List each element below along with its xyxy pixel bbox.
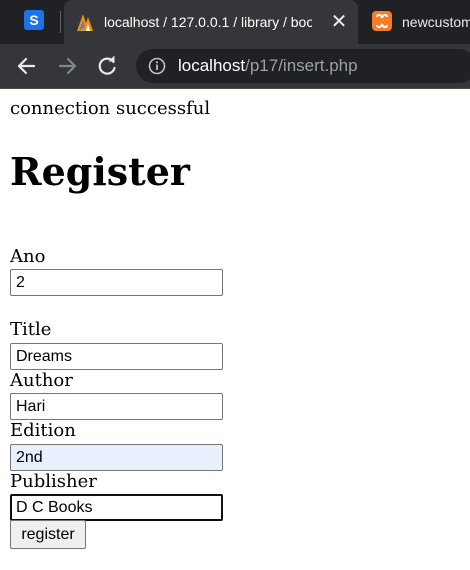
publisher-input[interactable]: D C Books — [10, 494, 223, 521]
close-tab-icon[interactable]: ✕ — [328, 11, 350, 33]
page-title: Register — [10, 149, 190, 194]
tab-title: localhost / 127.0.0.1 / library / books … — [104, 14, 312, 30]
ano-input[interactable]: 2 — [10, 269, 223, 296]
tab-phpmyadmin[interactable]: localhost / 127.0.0.1 / library / books … — [64, 0, 358, 44]
back-arrow-icon[interactable] — [14, 53, 40, 79]
address-bar[interactable]: localhost/p17/insert.php — [136, 49, 470, 83]
reload-icon[interactable] — [94, 53, 120, 79]
publisher-label: Publisher — [10, 471, 97, 492]
url-path: /p17/insert.php — [245, 56, 358, 75]
connection-status-message: connection successful — [10, 98, 211, 119]
pinned-tab-s-icon[interactable]: S — [24, 10, 44, 30]
title-input[interactable]: Dreams — [10, 343, 223, 370]
forward-arrow-icon[interactable] — [54, 53, 80, 79]
register-button[interactable]: register — [10, 520, 86, 549]
author-input[interactable]: Hari — [10, 393, 223, 420]
browser-tab-strip: S localhost / 127.0.0.1 / library / book… — [0, 0, 470, 44]
address-url[interactable]: localhost/p17/insert.php — [178, 55, 358, 77]
page-content: connection successful Register Ano 2 Tit… — [0, 89, 470, 570]
ano-label: Ano — [10, 246, 46, 267]
phpmyadmin-icon — [77, 14, 93, 31]
edition-input[interactable]: 2nd — [10, 444, 223, 471]
author-label: Author — [10, 370, 73, 391]
url-host: localhost — [178, 56, 246, 75]
tab-separator — [60, 11, 61, 33]
tab-newcustomer[interactable]: newcustomer — [362, 0, 470, 44]
browser-toolbar: localhost/p17/insert.php — [0, 44, 470, 89]
edition-label: Edition — [10, 420, 76, 441]
xampp-icon — [372, 11, 392, 31]
title-label: Title — [10, 319, 52, 340]
site-info-icon[interactable] — [148, 57, 166, 75]
tab-title: newcustomer — [402, 14, 470, 30]
